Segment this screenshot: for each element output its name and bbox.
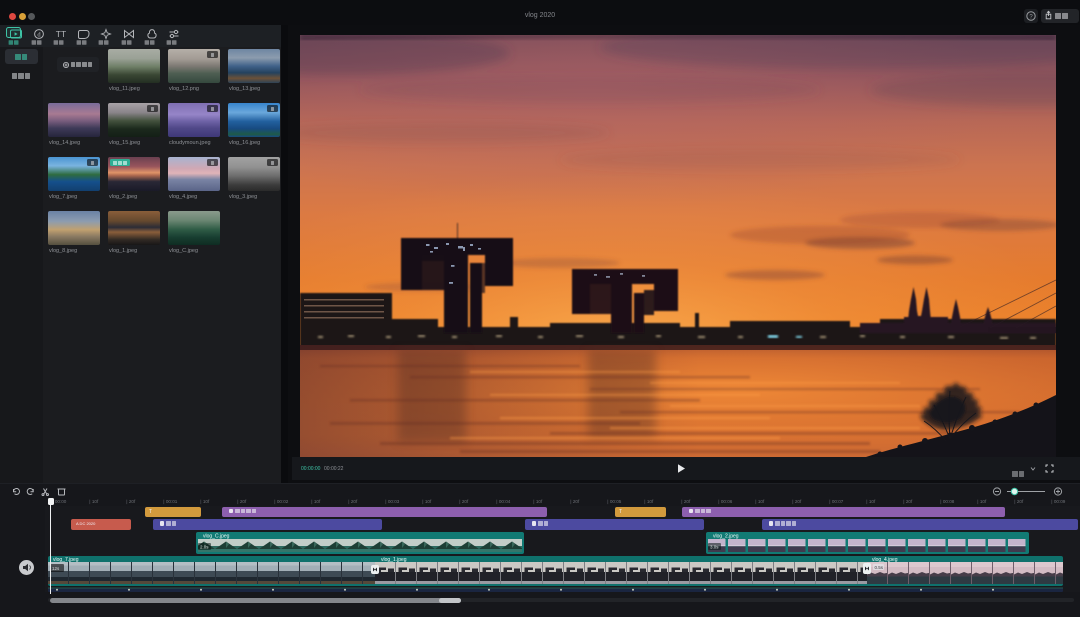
svg-text:vlog_C.jpeg: vlog_C.jpeg [203, 534, 230, 540]
svg-text:2.0s: 2.0s [200, 545, 209, 550]
svg-text:d: d [37, 31, 41, 38]
svg-text:vlog_2.jpeg: vlog_2.jpeg [713, 534, 739, 540]
svg-text:12s: 12s [52, 566, 60, 571]
svg-text:vlog_4.jpeg: vlog_4.jpeg [872, 557, 898, 563]
svg-text:vlog_7.jpeg: vlog_7.jpeg [53, 557, 79, 563]
svg-text:0.5s: 0.5s [875, 565, 884, 570]
svg-text:3.0s: 3.0s [710, 545, 719, 550]
svg-text:TT: TT [56, 29, 66, 39]
svg-text:vlog_1.jpeg: vlog_1.jpeg [381, 557, 407, 563]
